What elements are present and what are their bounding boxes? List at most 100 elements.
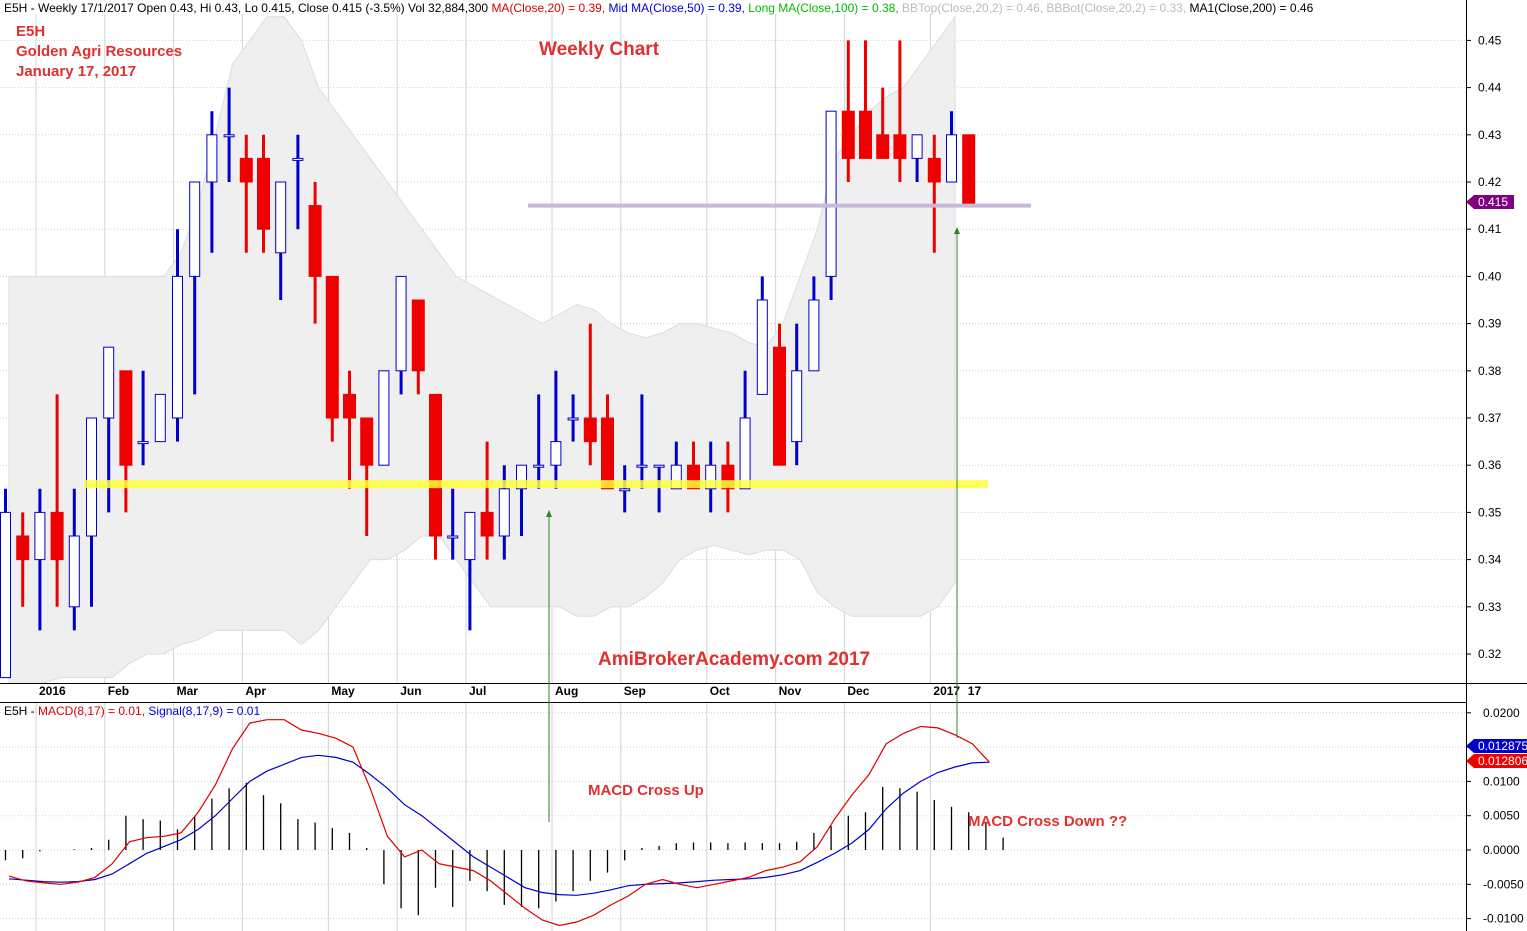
month-label: Feb (108, 684, 129, 698)
candle-body-down (927, 157, 941, 183)
month-label: 2016 (39, 684, 66, 698)
month-label: 17 (968, 684, 982, 698)
price-tick-label: 0.35 (1478, 505, 1502, 519)
candle (859, 40, 872, 159)
price-tick-label: 0.37 (1478, 411, 1502, 425)
candle-body-up (619, 488, 631, 492)
candle-body-down (773, 346, 786, 466)
price-tick-label: 0.32 (1478, 647, 1502, 661)
candle-body-up (447, 535, 459, 539)
price-tick-label: 0.38 (1478, 364, 1502, 378)
candle-body-down (411, 299, 425, 372)
candle-body-up (137, 441, 149, 445)
header-segment-4: BBTop(Close,20,2) = 0.46, (902, 1, 1046, 15)
month-label: Jun (400, 684, 421, 698)
candle-body-down (257, 157, 270, 230)
candle-body-up (653, 464, 665, 468)
header-segment-2: Signal(8,17,9) = 0.01 (148, 704, 260, 718)
candle-body-down (308, 205, 322, 277)
candle-body-up (0, 511, 11, 679)
candle-body-down (601, 417, 614, 490)
price-tick-label: 0.43 (1478, 128, 1502, 142)
candle (0, 488, 11, 679)
macd-cross-down-label: MACD Cross Down ?? (968, 813, 1127, 830)
candle (325, 275, 339, 442)
candle-body-up (223, 134, 235, 138)
macd-value-badge: 0.012875 (1466, 739, 1527, 753)
candle-body-up (739, 417, 751, 490)
macd-lines (8, 719, 990, 927)
candle-body-up (378, 370, 390, 466)
candle-body-up (911, 134, 923, 159)
price-tick-label: 0.39 (1478, 317, 1502, 331)
candle-body-down (480, 511, 494, 537)
macd-gridlines (0, 703, 1466, 931)
candle-body-up (189, 181, 201, 277)
candle-body-down (16, 535, 30, 561)
macd-header: E5H - MACD(8,17) = 0.01, Signal(8,17,9) … (4, 704, 260, 718)
candle-body-up (636, 464, 648, 468)
header-segment-5: BBBot(Close,20,2) = 0.33, (1046, 1, 1189, 15)
candle (756, 276, 768, 395)
candle-body-down (119, 370, 133, 466)
candle-body-up (498, 488, 510, 537)
candle-body-down (325, 275, 339, 419)
month-label: Dec (847, 684, 869, 698)
price-tick-label: 0.44 (1478, 81, 1502, 95)
candle-body-up (791, 370, 803, 443)
ticker-label: E5H (16, 23, 45, 40)
month-label: 2017 (933, 684, 960, 698)
header-segment-0: E5H - Weekly 17/1/2017 Open 0.43, Hi 0.4… (4, 1, 491, 15)
price-tick-label: 0.34 (1478, 553, 1502, 567)
chart-title: Weekly Chart (539, 39, 660, 60)
candle-body-up (533, 464, 545, 468)
candle (962, 134, 976, 207)
header-segment-1: MACD(8,17) = 0.01, (38, 704, 148, 718)
macd-value-text: 0.012875 (1478, 739, 1527, 753)
price-header: E5H - Weekly 17/1/2017 Open 0.43, Hi 0.4… (4, 1, 1314, 15)
candle (429, 393, 442, 560)
header-segment-1: MA(Close,20) = 0.39, (491, 1, 608, 15)
candle-body-down (429, 393, 442, 537)
macd-tick-label: -0.0100 (1483, 912, 1524, 926)
candle-body-up (86, 417, 97, 537)
price-panel (0, 14, 1466, 684)
macd-cross-up-label: MACD Cross Up (588, 782, 704, 799)
candle-body-up (946, 134, 957, 183)
candle-body-down (360, 417, 374, 466)
signal-value-badge: 0.012806 (1466, 754, 1527, 768)
candle-body-down (239, 157, 253, 183)
candle-body-up (172, 275, 183, 419)
month-label: May (331, 684, 355, 698)
month-label: Jul (469, 684, 486, 698)
month-label: Mar (177, 684, 199, 698)
price-tick-label: 0.36 (1478, 458, 1502, 472)
macd-histogram (4, 782, 1004, 916)
candle-body-down (876, 134, 890, 159)
candle-body-up (103, 346, 115, 419)
header-segment-6: MA1(Close,200) = 0.46 (1190, 1, 1314, 15)
header-segment-3: Long MA(Close,100) = 0.38, (748, 1, 902, 15)
price-tick-label: 0.45 (1478, 33, 1502, 47)
month-label: Nov (779, 684, 802, 698)
price-tick-label: 0.42 (1478, 175, 1502, 189)
candle-body-down (859, 110, 872, 159)
signal-value-text: 0.012806 (1478, 754, 1527, 768)
month-label: Sep (624, 684, 646, 698)
macd-line (8, 719, 990, 927)
candle-body-up (275, 181, 287, 254)
candle-body-down (583, 417, 597, 443)
header-segment-0: E5H - (4, 704, 38, 718)
candle (378, 370, 390, 466)
candle-body-up (567, 417, 579, 421)
chart-canvas: 0.32 0.33 0.34 0.35 0.36 0.37 0.38 0.39 0.40 0.41… (0, 0, 1527, 931)
candle-body-down (841, 110, 855, 159)
candle (154, 393, 166, 443)
candle-body-up (68, 535, 80, 608)
candle-body-up (154, 393, 166, 443)
candle-body-down (343, 393, 356, 419)
macd-tick-label: 0.0200 (1483, 706, 1520, 720)
last-price-text: 0.415 (1478, 195, 1508, 209)
candle-body-down (962, 134, 976, 207)
candle-body-up (550, 441, 562, 466)
